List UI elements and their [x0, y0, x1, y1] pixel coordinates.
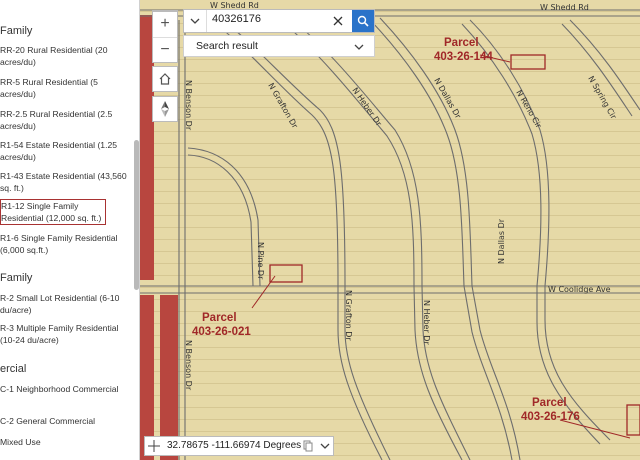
- zoom-in-button[interactable]: +: [153, 12, 177, 38]
- legend-item-c2[interactable]: C-2 General Commercial: [0, 415, 128, 427]
- legend-item-r112-selected[interactable]: R1-12 Single Family Residential (12,000 …: [0, 199, 106, 225]
- road-label-coolidge: W Coolidge Ave: [548, 285, 611, 294]
- legend-item-c1[interactable]: C-1 Neighborhood Commercial: [0, 383, 128, 395]
- parcel-label-176-title: Parcel: [532, 397, 567, 409]
- search-icon: [357, 15, 369, 27]
- lot-lines: [140, 0, 640, 460]
- zoom-out-button[interactable]: −: [153, 38, 177, 63]
- zoning-legend-panel: Family RR-20 Rural Residential (20 acres…: [0, 0, 140, 460]
- crosshair-icon[interactable]: [148, 440, 160, 452]
- zoning-map[interactable]: W Shedd Rd W Shedd Rd W Coolidge Ave N B…: [140, 0, 640, 460]
- parcel-label-144-number: 403-26-144: [434, 51, 493, 63]
- compass-icon: [161, 101, 169, 117]
- legend-header-family: Family: [0, 25, 33, 37]
- chevron-down-icon[interactable]: [320, 443, 330, 449]
- road-label-shedd: W Shedd Rd: [540, 3, 589, 12]
- search-input[interactable]: [212, 13, 322, 25]
- search-submit-button[interactable]: [352, 10, 374, 32]
- coordinates-text: 32.78675 -111.66974 Degrees: [167, 440, 302, 451]
- legend-header-commercial: ercial: [0, 363, 27, 375]
- copy-icon[interactable]: [303, 440, 313, 452]
- road-label-pine: N Pine Dr: [256, 242, 265, 280]
- coordinate-readout: 32.78675 -111.66974 Degrees: [144, 436, 334, 456]
- road-label-heber-south: N Heber Dr: [422, 300, 431, 345]
- legend-header-family-2: Family: [0, 272, 33, 284]
- legend-item-r2[interactable]: R-2 Small Lot Residential (6-10 du/acre): [0, 292, 128, 316]
- chevron-down-icon: [190, 18, 200, 24]
- parcel-label-021-title: Parcel: [202, 312, 237, 324]
- legend-item-rr20[interactable]: RR-20 Rural Residential (20 acres/du): [0, 44, 128, 68]
- map-canvas[interactable]: W Shedd Rd W Shedd Rd W Coolidge Ave N B…: [140, 0, 640, 460]
- legend-item-rr25[interactable]: RR-2.5 Rural Residential (2.5 acres/du): [0, 108, 128, 132]
- parcel-label-021-number: 403-26-021: [192, 326, 251, 338]
- search-options-button[interactable]: [184, 10, 207, 32]
- zoom-controls: + −: [152, 11, 178, 63]
- clear-search-button[interactable]: [330, 13, 346, 29]
- chevron-down-icon: [354, 44, 364, 50]
- legend-item-mixed-use[interactable]: Mixed Use: [0, 436, 128, 448]
- close-icon: [333, 16, 343, 26]
- legend-item-r143[interactable]: R1-43 Estate Residential (43,560 sq. ft.…: [0, 170, 128, 194]
- search-result-label: Search result: [196, 40, 258, 52]
- legend-item-r3[interactable]: R-3 Multiple Family Residential (10-24 d…: [0, 322, 128, 346]
- legend-item-r16[interactable]: R1-6 Single Family Residential (6,000 sq…: [0, 232, 128, 256]
- search-bar[interactable]: [183, 9, 375, 33]
- compass-button[interactable]: [152, 96, 178, 122]
- legend-item-r154[interactable]: R1-54 Estate Residential (1.25 acres/du): [0, 139, 128, 163]
- search-result-dropdown[interactable]: Search result: [183, 35, 375, 57]
- home-icon: [159, 73, 171, 85]
- road-label-dallas-mid: N Dallas Dr: [497, 218, 506, 264]
- road-label-benson-south: N Benson Dr: [184, 340, 193, 391]
- parcel-label-176-number: 403-26-176: [521, 411, 580, 423]
- parcel-label-144-title: Parcel: [444, 37, 479, 49]
- road-label-benson: N Benson Dr: [184, 80, 193, 131]
- legend-item-rr5[interactable]: RR-5 Rural Residential (5 acres/du): [0, 76, 128, 100]
- home-button[interactable]: [152, 66, 178, 92]
- road-label-grafton-south: N Grafton Dr: [344, 290, 353, 341]
- legend-scrollbar[interactable]: [134, 140, 139, 290]
